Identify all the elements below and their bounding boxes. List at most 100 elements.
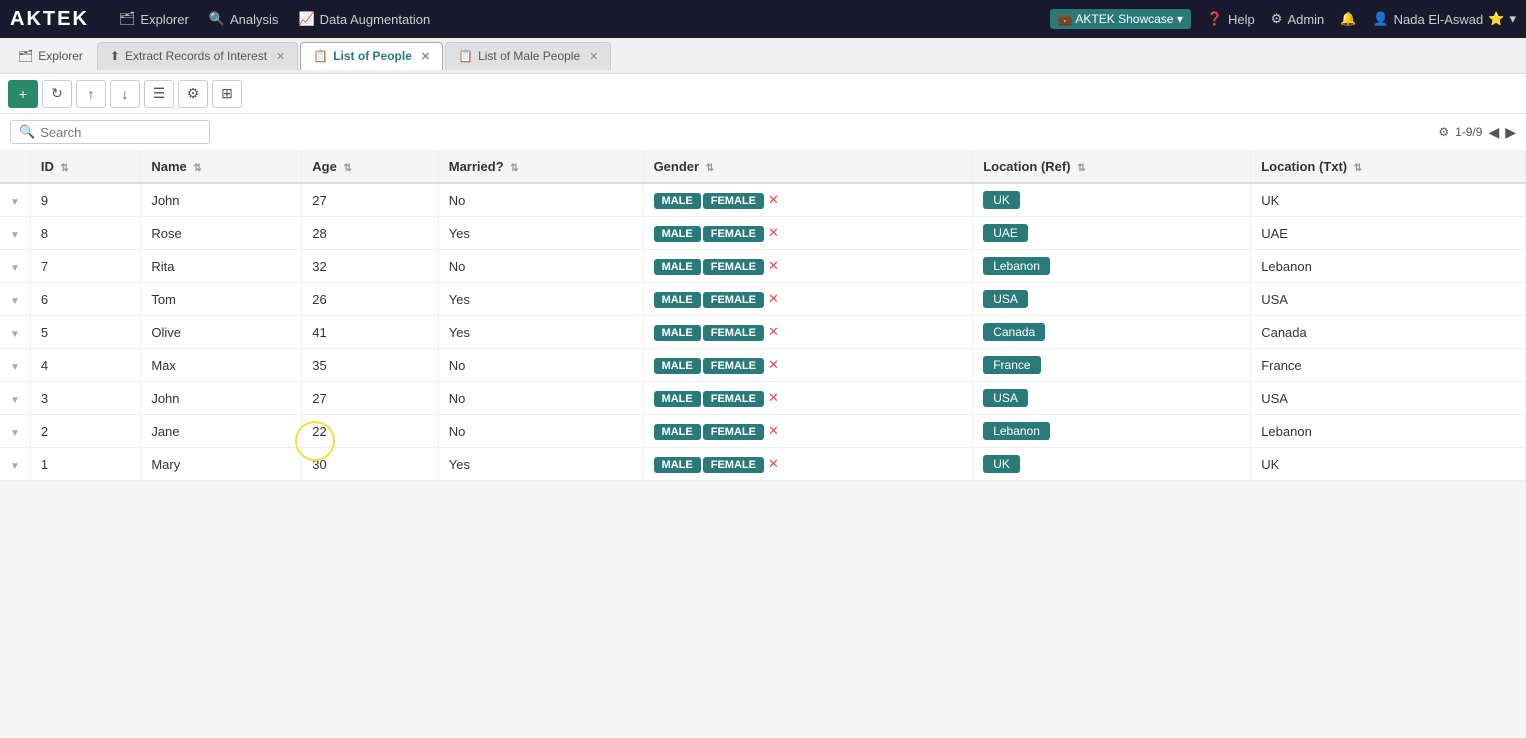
notifications-button[interactable]: 🔔 <box>1340 11 1356 27</box>
location-ref-badge[interactable]: France <box>983 356 1040 374</box>
next-page-button[interactable]: ▶ <box>1505 124 1516 141</box>
data-aug-icon: 📈 <box>298 11 314 27</box>
row-expand[interactable]: ▼ <box>0 349 30 382</box>
download-button[interactable]: ↓ <box>110 80 140 108</box>
nav-explorer-label: Explorer <box>140 12 188 27</box>
row-expand[interactable]: ▼ <box>0 382 30 415</box>
cell-gender: MALEFEMALE ✕ <box>643 283 973 316</box>
gender-badge-male[interactable]: MALE <box>654 193 701 209</box>
tab-explorer[interactable]: 🗂 Explorer <box>6 42 95 70</box>
gender-badge-male[interactable]: MALE <box>654 292 701 308</box>
list-button[interactable]: ☰ <box>144 80 174 108</box>
gender-remove[interactable]: ✕ <box>768 192 779 207</box>
gender-badge-female[interactable]: FEMALE <box>703 325 764 341</box>
gender-badge-female[interactable]: FEMALE <box>703 193 764 209</box>
location-ref-badge[interactable]: UK <box>983 455 1020 473</box>
cell-location-txt: UK <box>1251 448 1526 481</box>
nav-analysis[interactable]: 🔍 Analysis <box>209 11 279 27</box>
row-expand[interactable]: ▼ <box>0 250 30 283</box>
add-button[interactable]: + <box>8 80 38 108</box>
gender-badge-female[interactable]: FEMALE <box>703 391 764 407</box>
cell-location-txt: France <box>1251 349 1526 382</box>
settings-icon[interactable]: ⚙ <box>1438 125 1449 139</box>
col-location-ref[interactable]: Location (Ref) ⇅ <box>973 151 1251 183</box>
cell-id: 4 <box>30 349 140 382</box>
location-ref-badge[interactable]: Canada <box>983 323 1045 341</box>
col-name[interactable]: Name ⇅ <box>141 151 302 183</box>
table-row: ▼3John27NoMALEFEMALE✕USAUSA <box>0 382 1526 415</box>
gender-badge-male[interactable]: MALE <box>654 391 701 407</box>
grid-button[interactable]: ⊞ <box>212 80 242 108</box>
row-expand[interactable]: ▼ <box>0 183 30 217</box>
tab-list-close[interactable]: ✕ <box>421 50 430 63</box>
col-age[interactable]: Age ⇅ <box>302 151 438 183</box>
admin-icon: ⚙ <box>1271 11 1283 27</box>
gender-remove[interactable]: ✕ <box>768 291 779 306</box>
table-row: ▼6Tom26YesMALEFEMALE✕USAUSA <box>0 283 1526 316</box>
gender-badge-female[interactable]: FEMALE <box>703 358 764 374</box>
user-profile[interactable]: 👤 Nada El-Aswad ⭐ ▾ <box>1372 11 1516 27</box>
row-expand[interactable]: ▼ <box>0 415 30 448</box>
upload-button[interactable]: ↑ <box>76 80 106 108</box>
nav-data-augmentation[interactable]: 📈 Data Augmentation <box>298 11 430 27</box>
tab-list-of-people[interactable]: 📋 List of People ✕ <box>300 42 443 70</box>
gender-remove[interactable]: ✕ <box>768 225 779 240</box>
gender-badge-male[interactable]: MALE <box>654 325 701 341</box>
cell-gender: MALEFEMALE ✕ <box>643 250 973 283</box>
table-row: ▼5Olive41YesMALEFEMALE✕CanadaCanada <box>0 316 1526 349</box>
location-ref-badge[interactable]: Lebanon <box>983 422 1050 440</box>
admin-button[interactable]: ⚙ Admin <box>1271 11 1325 27</box>
pagination-info: ⚙ 1-9/9 ◀ ▶ <box>1438 124 1516 141</box>
gender-badge-female[interactable]: FEMALE <box>703 226 764 242</box>
tab-male-people[interactable]: 📋 List of Male People ✕ <box>445 42 611 70</box>
location-ref-badge[interactable]: UK <box>983 191 1020 209</box>
gender-badge-male[interactable]: MALE <box>654 358 701 374</box>
gender-remove[interactable]: ✕ <box>768 423 779 438</box>
search-input[interactable] <box>40 125 200 140</box>
gender-badge-female[interactable]: FEMALE <box>703 292 764 308</box>
gender-remove[interactable]: ✕ <box>768 390 779 405</box>
tab-extract-records[interactable]: ⬆ Extract Records of Interest ✕ <box>97 42 298 70</box>
prev-page-button[interactable]: ◀ <box>1488 124 1499 141</box>
row-expand[interactable]: ▼ <box>0 448 30 481</box>
gender-remove[interactable]: ✕ <box>768 324 779 339</box>
gender-badge-female[interactable]: FEMALE <box>703 259 764 275</box>
cell-married: No <box>438 382 643 415</box>
briefcase-icon: 💼 <box>1058 12 1073 26</box>
brand-badge[interactable]: 💼 AKTEK Showcase ▾ <box>1050 9 1191 29</box>
row-expand[interactable]: ▼ <box>0 316 30 349</box>
gender-remove[interactable]: ✕ <box>768 258 779 273</box>
cell-married: No <box>438 415 643 448</box>
top-navbar: AKTEK 🗂 Explorer 🔍 Analysis 📈 Data Augme… <box>0 0 1526 38</box>
gender-badge-male[interactable]: MALE <box>654 226 701 242</box>
col-married[interactable]: Married? ⇅ <box>438 151 643 183</box>
location-ref-badge[interactable]: Lebanon <box>983 257 1050 275</box>
col-location-txt[interactable]: Location (Txt) ⇅ <box>1251 151 1526 183</box>
col-gender[interactable]: Gender ⇅ <box>643 151 973 183</box>
gender-remove[interactable]: ✕ <box>768 456 779 471</box>
nav-explorer[interactable]: 🗂 Explorer <box>119 11 189 27</box>
help-button[interactable]: ❓ Help <box>1207 11 1255 27</box>
logo: AKTEK <box>10 8 89 31</box>
col-id[interactable]: ID ⇅ <box>30 151 140 183</box>
gender-badge-female[interactable]: FEMALE <box>703 424 764 440</box>
refresh-button[interactable]: ↻ <box>42 80 72 108</box>
gender-remove[interactable]: ✕ <box>768 357 779 372</box>
row-expand[interactable]: ▼ <box>0 217 30 250</box>
search-wrap[interactable]: 🔍 <box>10 120 210 144</box>
table-row: ▼9John27NoMALEFEMALE✕UKUK <box>0 183 1526 217</box>
cell-age: 30 <box>302 448 438 481</box>
row-expand[interactable]: ▼ <box>0 283 30 316</box>
gender-badge-female[interactable]: FEMALE <box>703 457 764 473</box>
filter-button[interactable]: ⚙ <box>178 80 208 108</box>
location-ref-badge[interactable]: UAE <box>983 224 1028 242</box>
gender-badge-male[interactable]: MALE <box>654 457 701 473</box>
location-ref-badge[interactable]: USA <box>983 290 1028 308</box>
gender-badge-male[interactable]: MALE <box>654 424 701 440</box>
tab-male-close[interactable]: ✕ <box>589 50 598 63</box>
analysis-icon: 🔍 <box>209 11 225 27</box>
location-ref-badge[interactable]: USA <box>983 389 1028 407</box>
tab-extract-close[interactable]: ✕ <box>276 50 285 63</box>
gender-badge-male[interactable]: MALE <box>654 259 701 275</box>
col-location-txt-label: Location (Txt) <box>1261 159 1347 174</box>
